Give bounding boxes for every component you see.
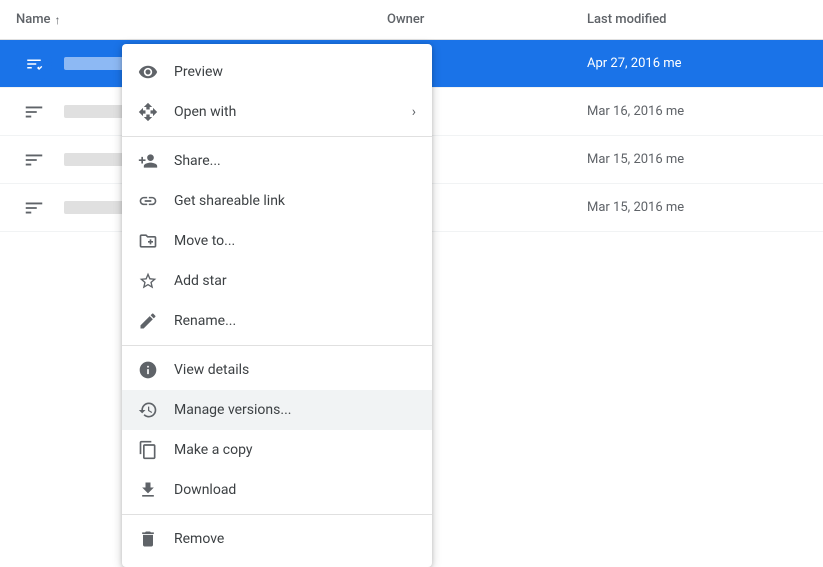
trash-icon: [138, 529, 158, 549]
menu-divider-1: [122, 136, 432, 137]
menu-rename-label: Rename...: [174, 313, 416, 329]
file-modified-cell: Apr 27, 2016 me: [587, 56, 807, 71]
menu-item-make-copy[interactable]: Make a copy: [122, 430, 432, 470]
sort-arrow-icon: ↑: [55, 13, 61, 27]
file-icon: [16, 94, 52, 130]
context-menu: Preview Open with › Share... Get shareab…: [122, 44, 432, 567]
menu-item-open-with[interactable]: Open with ›: [122, 92, 432, 132]
file-icon: [16, 190, 52, 226]
star-icon: [138, 271, 158, 291]
menu-item-rename[interactable]: Rename...: [122, 301, 432, 341]
table-header: Name ↑ Owner Last modified: [0, 0, 823, 40]
menu-move-label: Move to...: [174, 233, 416, 249]
link-icon: [138, 191, 158, 211]
menu-preview-label: Preview: [174, 64, 416, 80]
menu-item-share[interactable]: Share...: [122, 141, 432, 181]
column-header-name[interactable]: Name ↑: [16, 12, 387, 27]
menu-view-details-label: View details: [174, 362, 416, 378]
rename-icon: [138, 311, 158, 331]
menu-open-with-label: Open with: [174, 104, 396, 120]
menu-item-move-to[interactable]: Move to...: [122, 221, 432, 261]
menu-get-link-label: Get shareable link: [174, 193, 416, 209]
copy-icon: [138, 440, 158, 460]
move-icon: [138, 231, 158, 251]
open-with-icon: [138, 102, 158, 122]
file-modified-cell: Mar 15, 2016 me: [587, 200, 807, 215]
menu-share-label: Share...: [174, 153, 416, 169]
menu-manage-versions-label: Manage versions...: [174, 402, 416, 418]
menu-remove-label: Remove: [174, 531, 416, 547]
menu-divider-3: [122, 514, 432, 515]
column-header-modified: Last modified: [587, 12, 807, 27]
menu-download-label: Download: [174, 482, 416, 498]
menu-item-view-details[interactable]: View details: [122, 350, 432, 390]
menu-item-add-star[interactable]: Add star: [122, 261, 432, 301]
versions-icon: [138, 400, 158, 420]
menu-item-get-link[interactable]: Get shareable link: [122, 181, 432, 221]
menu-make-copy-label: Make a copy: [174, 442, 416, 458]
file-icon: [16, 142, 52, 178]
menu-add-star-label: Add star: [174, 273, 416, 289]
column-header-owner: Owner: [387, 12, 587, 27]
menu-divider-2: [122, 345, 432, 346]
download-icon: [138, 480, 158, 500]
file-modified-cell: Mar 15, 2016 me: [587, 152, 807, 167]
menu-item-preview[interactable]: Preview: [122, 52, 432, 92]
menu-item-download[interactable]: Download: [122, 470, 432, 510]
info-icon: [138, 360, 158, 380]
submenu-arrow-icon: ›: [412, 104, 416, 120]
file-modified-cell: Mar 16, 2016 me: [587, 104, 807, 119]
menu-item-manage-versions[interactable]: Manage versions...: [122, 390, 432, 430]
menu-item-remove[interactable]: Remove: [122, 519, 432, 559]
eye-icon: [138, 62, 158, 82]
share-person-icon: [138, 151, 158, 171]
file-icon: [16, 46, 52, 82]
